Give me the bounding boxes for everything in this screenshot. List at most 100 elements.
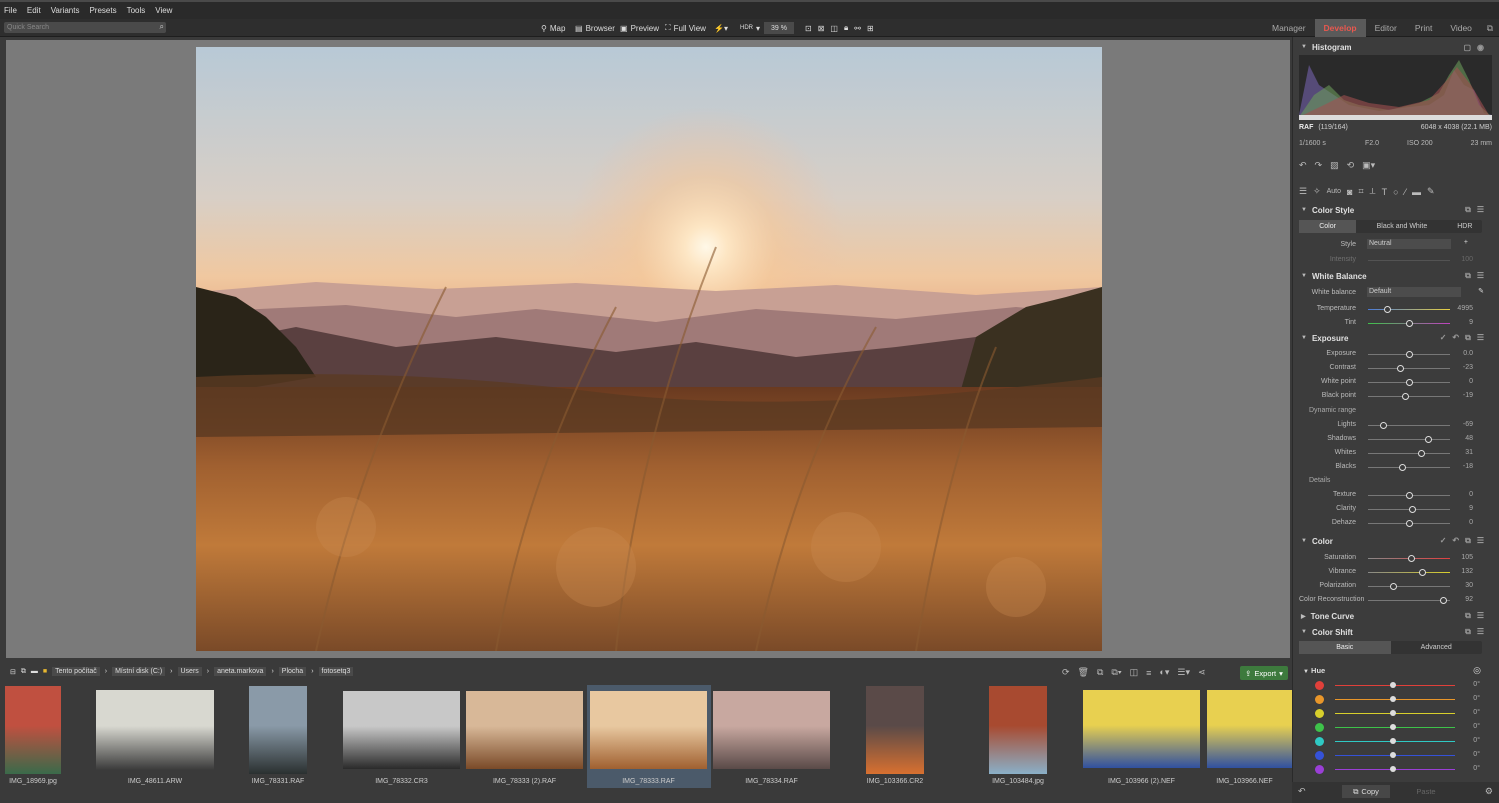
sliders-icon[interactable]: ☰ [1299,186,1307,197]
menu-view[interactable]: View [155,6,172,15]
slider-knob[interactable] [1418,450,1426,457]
tab-print[interactable]: Print [1406,19,1441,37]
tab-advanced[interactable]: Advanced [1391,641,1483,654]
menu-icon[interactable]: ☰ [1477,333,1484,343]
menu-edit[interactable]: Edit [27,6,41,15]
crumb-users[interactable]: Users [177,667,202,676]
white-balance-header[interactable]: ▼ White Balance ⧉ ☰ [1293,269,1488,283]
color-header[interactable]: ▼ Color ✓ ↶ ⧉ ☰ [1293,534,1488,548]
thumbnail[interactable] [5,686,61,774]
hue-knob[interactable] [1390,682,1396,688]
slider-knob[interactable] [1440,597,1448,604]
menu-icon[interactable]: ☰ [1477,205,1484,215]
slider-value[interactable]: 30 [1453,582,1473,589]
grid-icon[interactable]: ⊞ [867,24,874,33]
thumbnail[interactable] [96,690,214,770]
hue-knob[interactable] [1390,738,1396,744]
crumb-desktop[interactable]: Plocha [278,667,307,676]
tab-black-white[interactable]: Black and White [1356,220,1448,233]
hdr-dropdown[interactable]: HDR ▾ [740,21,760,35]
thumbnail[interactable] [343,691,460,769]
menu-icon[interactable]: ☰ [1477,627,1484,637]
compare-icon[interactable]: ◫ [1130,667,1139,678]
redo-icon[interactable]: ↷ [1315,160,1323,171]
view-mode-icon[interactable]: ⊟ [10,668,16,676]
slider-value[interactable]: 0 [1453,491,1473,498]
check-icon[interactable]: ✓ [1440,333,1447,343]
new-folder-icon[interactable]: ▬ [31,668,38,675]
hue-knob[interactable] [1390,724,1396,730]
slider-knob[interactable] [1424,436,1432,443]
delete-icon[interactable]: 🗑︎ [1078,667,1089,678]
copy-icon[interactable]: ⧉ [1465,627,1471,637]
menu-tools[interactable]: Tools [127,6,146,15]
slider-track[interactable] [1368,586,1450,587]
slider-knob[interactable] [1406,520,1413,527]
quick-search-input[interactable]: Quick Search ⌕ [4,22,166,33]
color-style-header[interactable]: ▼ Color Style ⧉ ☰ [1293,203,1488,217]
crumb-this-pc[interactable]: Tento počítač [52,667,100,676]
slider-value[interactable]: 92 [1453,596,1473,603]
auto-wand-icon[interactable]: ✧ [1313,186,1321,197]
reset-icon[interactable]: ↶ [1452,536,1459,546]
brush-icon[interactable]: ⁄ [1405,187,1407,197]
camera-icon[interactable]: ◙ [1347,187,1352,197]
stack-icon[interactable]: ≡ [1146,668,1151,678]
hue-knob[interactable] [1390,696,1396,702]
flash-dropdown[interactable]: ⚡▾ [714,21,728,35]
slider-knob[interactable] [1419,569,1427,576]
rating-filter-icon[interactable]: ◐▾ [1159,667,1169,678]
tab-basic[interactable]: Basic [1299,641,1391,654]
menu-icon[interactable]: ☰ [1477,271,1484,281]
check-icon[interactable]: ✓ [1440,536,1447,546]
circle-icon[interactable]: ○ [1393,187,1398,197]
menu-icon[interactable]: ☰ [1477,536,1484,546]
slider-value[interactable]: -23 [1453,364,1473,371]
external-window-icon[interactable]: ⧉ [1481,19,1499,37]
copy-icon[interactable]: ⧉ [1465,271,1471,281]
slider-value[interactable]: 31 [1453,449,1473,456]
crumb-local-disk[interactable]: Místní disk (C:) [112,667,166,676]
tab-develop[interactable]: Develop [1314,19,1366,37]
move-icon[interactable]: ⧉ [1097,667,1103,678]
slider-knob[interactable] [1407,555,1415,562]
main-photo[interactable] [196,47,1102,651]
slider-knob[interactable] [1396,365,1404,372]
crop-icon[interactable]: ⌗ [1358,186,1363,197]
eyedropper-icon[interactable]: ✎ [1478,287,1484,295]
copy-icon[interactable]: ⧉ [1465,333,1471,343]
undo-icon[interactable]: ↶ [1298,786,1306,797]
thumbnail[interactable] [590,691,707,769]
slider-value[interactable]: 48 [1453,435,1473,442]
slider-value[interactable]: 0.0 [1453,350,1473,357]
target-adjust-icon[interactable]: ◎ [1473,665,1481,676]
slider-track[interactable] [1368,572,1450,573]
menu-file[interactable]: File [4,6,17,15]
share-icon[interactable]: ⋖ [1198,667,1206,678]
slider-track[interactable] [1368,309,1450,310]
slider-track[interactable] [1368,439,1450,440]
slider-track[interactable] [1368,396,1450,397]
thumbnail[interactable] [713,691,830,769]
slider-value[interactable]: 105 [1453,554,1473,561]
rotate-icon[interactable]: ⟲ [1347,160,1355,171]
exposure-header[interactable]: ▼ Exposure ✓ ↶ ⧉ ☰ [1293,331,1488,345]
zoom-input[interactable]: 39 % [764,22,794,34]
search-icon[interactable]: ⌕ [160,22,164,32]
target-icon[interactable]: ◉ [1477,43,1484,52]
slider-track[interactable] [1368,368,1450,369]
menu-icon[interactable]: ☰ [1477,611,1484,621]
thumbnail[interactable] [1207,690,1292,768]
crumb-folder[interactable]: fotosetq3 [318,667,354,676]
tone-curve-header[interactable]: ▶ Tone Curve ⧉ ☰ [1293,609,1488,623]
browser-button[interactable]: ▤ Browser [575,21,615,35]
fit-icon[interactable]: ⊡ [805,24,812,33]
slider-knob[interactable] [1401,393,1409,400]
settings-icon[interactable]: ⚙ [1485,786,1493,797]
sort-icon[interactable]: ☰▾ [1177,667,1190,678]
thumbnail[interactable] [466,691,583,769]
slider-value[interactable]: 132 [1453,568,1473,575]
thumbnail[interactable] [1083,690,1200,768]
tab-manager[interactable]: Manager [1263,19,1315,37]
copy-button[interactable]: ⧉ Copy [1342,785,1390,798]
